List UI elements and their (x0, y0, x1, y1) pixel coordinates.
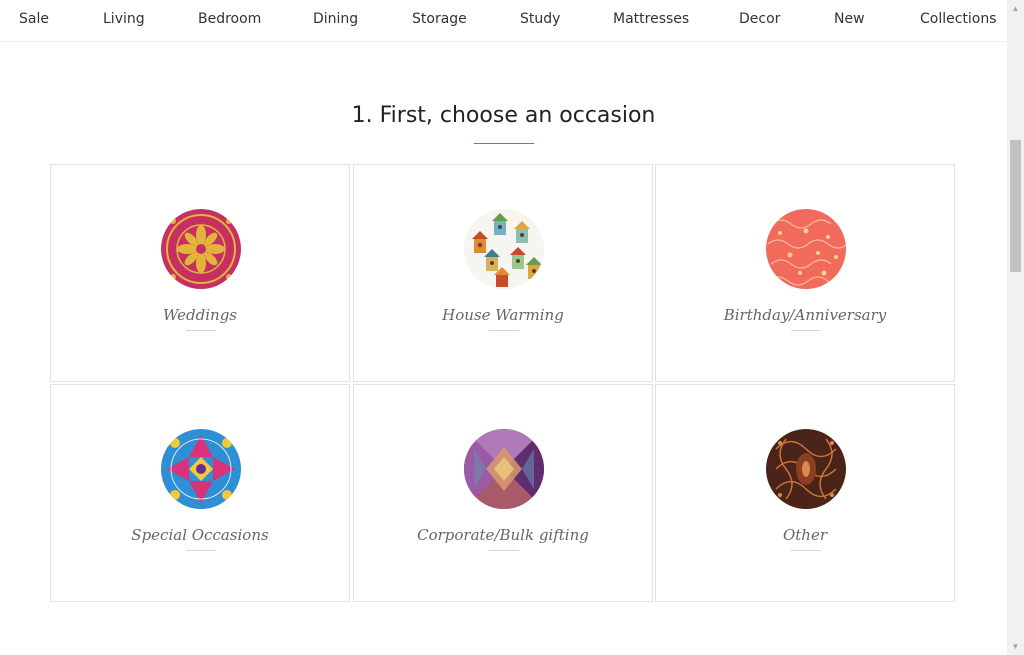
occasion-label-birthday-anniversary: Birthday/Anniversary (723, 306, 887, 324)
occasion-label-other: Other (782, 526, 828, 544)
label-underline (489, 330, 519, 331)
nav-item-new[interactable]: New (834, 11, 865, 27)
nav-item-sale[interactable]: Sale (19, 11, 49, 27)
occasion-label-special-occasions: Special Occasions (131, 526, 269, 544)
nav-item-bedroom[interactable]: Bedroom (198, 11, 261, 27)
vertical-scrollbar[interactable]: ▲ ▼ (1007, 0, 1024, 655)
occasion-card-weddings[interactable]: Weddings (50, 164, 350, 382)
occasion-card-special-occasions[interactable]: Special Occasions (50, 384, 350, 602)
nav-item-mattresses[interactable]: Mattresses (613, 11, 689, 27)
coral-doodle-pattern-icon (766, 209, 846, 289)
nav-item-storage[interactable]: Storage (412, 11, 467, 27)
occasion-label-corporate-bulk-gifting: Corporate/Bulk gifting (417, 526, 589, 544)
nav-item-dining[interactable]: Dining (313, 11, 358, 27)
scroll-down-arrow-icon[interactable]: ▼ (1007, 638, 1024, 655)
label-underline (186, 550, 216, 551)
occasion-label-weddings: Weddings (162, 306, 238, 324)
birdhouse-pattern-icon (464, 209, 544, 289)
kaleidoscope-pattern-icon (161, 429, 241, 509)
purple-prism-pattern-icon (464, 429, 544, 509)
label-underline (791, 550, 821, 551)
nav-item-collections[interactable]: Collections (920, 11, 997, 27)
nav-item-living[interactable]: Living (103, 11, 145, 27)
label-underline (489, 550, 519, 551)
nav-item-decor[interactable]: Decor (739, 11, 780, 27)
occasion-label-house-warming: House Warming (442, 306, 564, 324)
mandala-pattern-icon (161, 209, 241, 289)
occasion-card-birthday-anniversary[interactable]: Birthday/Anniversary (655, 164, 955, 382)
label-underline (186, 330, 216, 331)
scrollbar-thumb[interactable] (1010, 140, 1021, 272)
occasion-card-house-warming[interactable]: House Warming (353, 164, 653, 382)
occasion-card-other[interactable]: Other (655, 384, 955, 602)
occasion-card-corporate-bulk-gifting[interactable]: Corporate/Bulk gifting (353, 384, 653, 602)
top-nav: Sale Living Bedroom Dining Storage Study… (0, 0, 1007, 42)
scroll-up-arrow-icon[interactable]: ▲ (1007, 0, 1024, 17)
nav-item-study[interactable]: Study (520, 11, 560, 27)
label-underline (791, 330, 821, 331)
title-underline (474, 143, 534, 144)
brown-paisley-pattern-icon (766, 429, 846, 509)
occasion-grid: Weddings House Warming Birthday/Annivers… (50, 164, 957, 604)
page-title: 1. First, choose an occasion (351, 103, 656, 128)
